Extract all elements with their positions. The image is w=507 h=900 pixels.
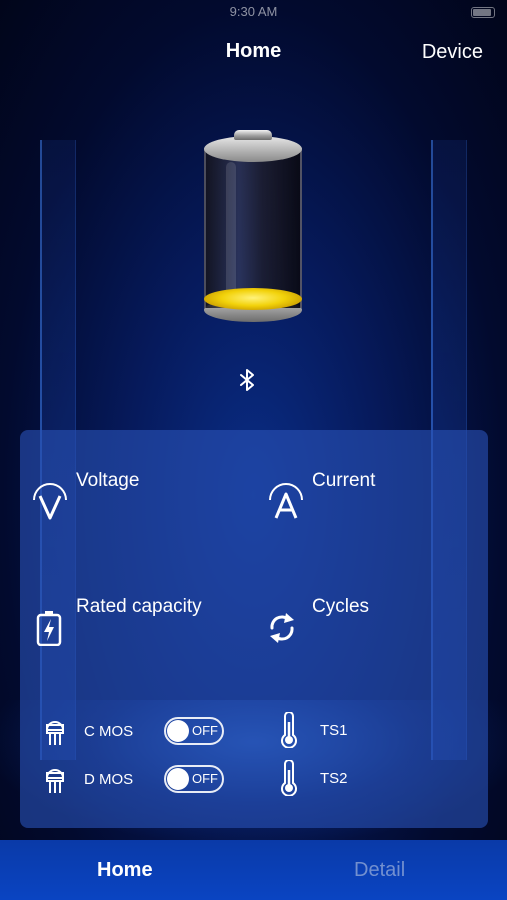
- cycles-label: Cycles: [312, 596, 370, 617]
- status-bar: 9:30 AM: [0, 4, 507, 24]
- status-battery-icon: [471, 7, 495, 18]
- c-mos-toggle[interactable]: OFF: [164, 717, 224, 745]
- cycles-icon: [270, 613, 294, 643]
- battery-cap: [234, 130, 272, 140]
- battery-info-panel: Voltage Current Rated capacity Cycles C …: [20, 430, 488, 828]
- d-mos-toggle-state: OFF: [192, 771, 218, 786]
- current-icon: [269, 483, 303, 519]
- thermometer-icon: [281, 712, 297, 748]
- cycles-metric: Cycles: [266, 596, 486, 666]
- tab-home[interactable]: Home: [97, 859, 153, 882]
- status-time: 9:30 AM: [229, 4, 278, 19]
- d-mos-toggle[interactable]: OFF: [164, 765, 224, 793]
- c-mos-row: C MOS OFF: [44, 714, 244, 748]
- current-metric: Current: [266, 470, 486, 540]
- ts1-row: TS1: [278, 712, 458, 748]
- voltage-label: Voltage: [76, 470, 140, 491]
- device-button[interactable]: Device: [422, 41, 483, 64]
- ts2-label: TS2: [320, 770, 348, 787]
- c-mos-label: C MOS: [84, 723, 134, 740]
- tab-bar: Home Detail: [0, 840, 507, 900]
- voltage-icon: [33, 483, 67, 520]
- toggle-knob: [167, 768, 189, 790]
- bluetooth-icon: [240, 369, 254, 391]
- thermometer-icon: [281, 760, 297, 796]
- d-mos-label: D MOS: [84, 771, 134, 788]
- ts1-label: TS1: [320, 722, 348, 739]
- toggle-knob: [167, 720, 189, 742]
- voltage-metric: Voltage: [30, 470, 250, 540]
- battery-icon: [204, 130, 302, 322]
- current-label: Current: [312, 470, 376, 491]
- battery-fill-level: [204, 288, 302, 310]
- battery-body: [204, 148, 302, 308]
- ts2-row: TS2: [278, 760, 458, 796]
- battery-shine: [226, 162, 236, 302]
- tab-detail[interactable]: Detail: [354, 859, 405, 882]
- battery-charge-icon: [36, 611, 62, 646]
- d-mos-row: D MOS OFF: [44, 762, 244, 796]
- mosfet-icon: [45, 721, 65, 745]
- rated-capacity-metric: Rated capacity: [30, 596, 250, 666]
- rated-capacity-label: Rated capacity: [76, 596, 202, 617]
- c-mos-toggle-state: OFF: [192, 723, 218, 738]
- mosfet-icon: [45, 769, 65, 793]
